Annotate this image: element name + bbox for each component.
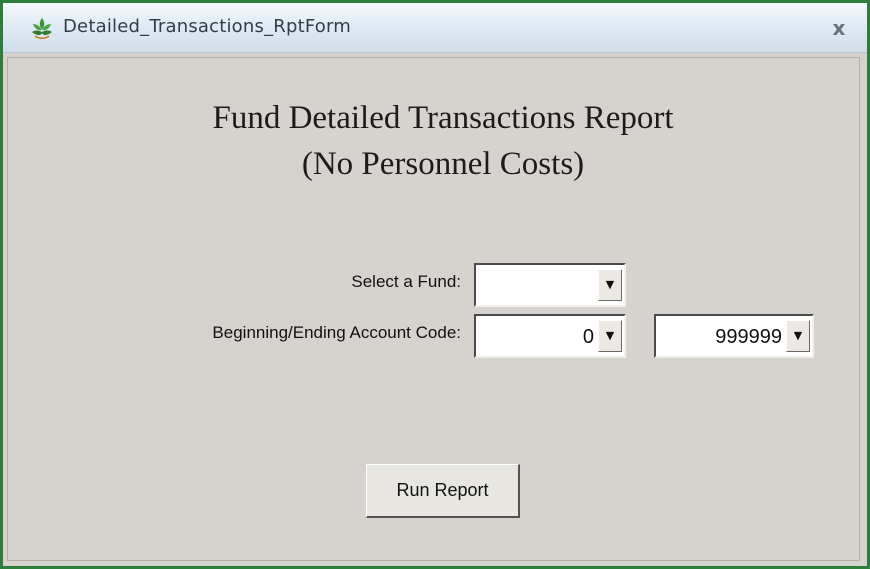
chevron-down-icon: ▼ <box>605 278 615 291</box>
report-subtitle: (No Personnel Costs) <box>301 146 585 182</box>
fund-dropdown[interactable]: ▼ <box>474 263 626 307</box>
report-title: Fund Detailed Transactions Report <box>212 100 674 136</box>
title-bar[interactable]: Detailed_Transactions_RptForm x <box>3 3 867 53</box>
begin-account-dropdown[interactable]: 0 ▼ <box>474 314 626 358</box>
end-account-dropdown-arrow[interactable]: ▼ <box>786 320 810 352</box>
fund-label: Select a Fund: <box>351 272 461 291</box>
account-code-label: Beginning/Ending Account Code: <box>212 323 461 342</box>
end-account-value: 999999 <box>715 326 782 348</box>
begin-account-value: 0 <box>582 326 594 348</box>
close-button[interactable]: x <box>823 13 855 43</box>
window-title: Detailed_Transactions_RptForm <box>63 16 352 37</box>
end-account-dropdown[interactable]: 999999 ▼ <box>654 314 814 358</box>
report-heading: Fund Detailed Transactions Report (No Pe… <box>3 95 870 187</box>
report-window: Detailed_Transactions_RptForm x Fund Det… <box>0 0 870 569</box>
begin-account-dropdown-arrow[interactable]: ▼ <box>598 320 622 352</box>
flower-logo-icon <box>32 18 52 40</box>
chevron-down-icon: ▼ <box>605 329 615 342</box>
run-report-button[interactable]: Run Report <box>366 464 520 518</box>
fund-dropdown-arrow[interactable]: ▼ <box>598 269 622 301</box>
chevron-down-icon: ▼ <box>793 329 803 342</box>
close-icon: x <box>832 16 846 40</box>
